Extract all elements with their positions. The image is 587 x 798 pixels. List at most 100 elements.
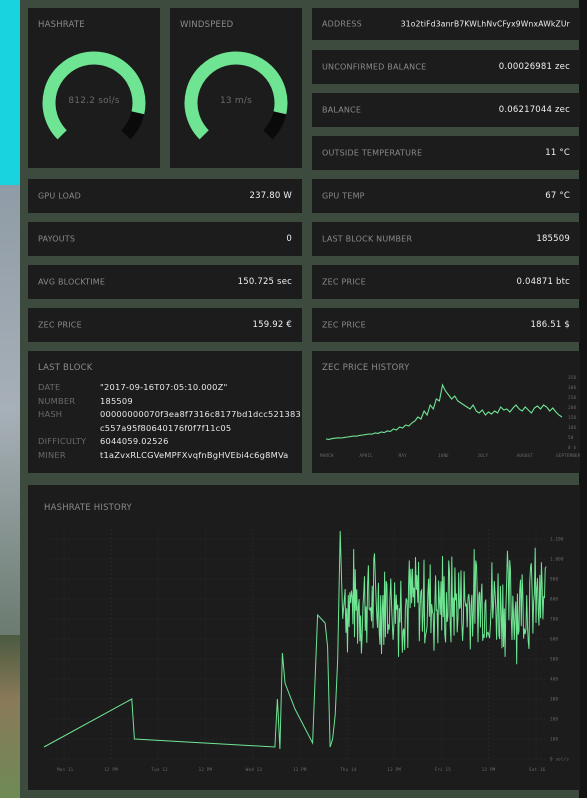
price-x-tick: JULY (477, 453, 488, 458)
price-y-tick: 350 (568, 375, 576, 380)
price-y-tick: 100 (568, 425, 576, 430)
last-block-row: NUMBER 185509 (38, 395, 301, 409)
hash-y-tick: 500 (550, 657, 558, 662)
gpu-load-value: 237.80 W (249, 191, 292, 201)
price-y-tick: 0 $ (568, 445, 576, 450)
avg-blocktime-value: 150.725 sec (237, 277, 292, 287)
hash-x-tick: 12 PM (293, 767, 307, 772)
price-y-tick: 50 (568, 435, 574, 440)
last-block-value: t1aZvxRLCGVeMPFXvqfnBgHVEbi4c6g8MVa (100, 449, 289, 460)
zec-price-eur-tile: ZEC PRICE 159.92 € (28, 308, 302, 342)
windspeed-gauge (184, 51, 288, 140)
price-y-tick: 150 (568, 415, 576, 420)
last-block-key (38, 422, 100, 436)
hashrate-history-chart: 1,100 1,000 900 800 700 600 500 400 300 200 100 0 s… (43, 529, 569, 772)
balance-tile: BALANCE 0.06217044 zec (312, 93, 580, 127)
balance-value: 0.06217044 zec (498, 105, 570, 115)
zec-price-history-chart: 350 300 250 200 150 100 50 0 $ MARCH APRIL MAY JUNE… (320, 375, 580, 458)
zec-price-usd-value: 186.51 $ (530, 320, 570, 330)
unconfirmed-balance-label: UNCONFIRMED BALANCE (322, 62, 427, 72)
last-block-row: HASH 00000000070f3ea8f7316c8177bd1dcc5213… (38, 408, 301, 422)
payouts-value: 0 (286, 234, 292, 244)
hash-x-tick: Fri 15 (435, 767, 452, 772)
payouts-tile: PAYOUTS 0 (28, 222, 302, 256)
avg-blocktime-tile: AVG BLOCKTIME 150.725 sec (28, 265, 302, 299)
avg-blocktime-label: AVG BLOCKTIME (38, 277, 106, 287)
price-y-tick: 200 (568, 405, 576, 410)
hash-y-tick: 200 (550, 717, 558, 722)
hash-x-tick: Thu 14 (340, 767, 357, 772)
hash-y-tick: 300 (550, 697, 558, 702)
zec-price-usd-label: ZEC PRICE (322, 320, 366, 330)
hash-y-tick: 700 (550, 617, 558, 622)
address-value: 31o2tiFd3anrB7KWLhNvCFyx9WnxAWkZUr (400, 19, 570, 29)
windspeed-value: 13 m/s (219, 96, 252, 106)
hash-y-tick: 800 (550, 597, 558, 602)
outside-temperature-tile: OUTSIDE TEMPERATURE 11 °C (312, 136, 580, 170)
last-block-value: 00000000070f3ea8f7316c8177bd1dcc521383 (100, 409, 301, 419)
hash-y-tick: 400 (550, 677, 558, 682)
price-x-tick: SEPTEMBER (556, 453, 580, 458)
price-x-tick: MARCH (320, 453, 334, 458)
price-y-tick: 250 (568, 395, 576, 400)
last-block-key: DATE (38, 382, 61, 392)
last-block-value: "2017-09-16T07:05:10.000Z" (100, 382, 228, 392)
background-ground (0, 635, 20, 798)
address-label: ADDRESS (322, 19, 362, 29)
outside-temperature-label: OUTSIDE TEMPERATURE (322, 148, 423, 158)
windspeed-gauge-tile: WINDSPEED 13 m/s (170, 8, 302, 168)
last-block-value: 6044059.02526 (100, 436, 169, 446)
gpu-temp-value: 67 °C (545, 191, 570, 201)
last-block-row: DATE "2017-09-16T07:05:10.000Z" (38, 381, 301, 395)
last-block-number-tile: LAST BLOCK NUMBER 185509 (312, 222, 580, 256)
hash-y-tick: 600 (550, 637, 558, 642)
background-sky (0, 185, 20, 635)
last-block-key: MINER (38, 449, 66, 460)
hashrate-series-line (43, 530, 547, 750)
hashrate-gauge (42, 51, 146, 140)
hash-x-tick: 12 PM (199, 767, 213, 772)
last-block-value: c557a95f80640176f0f7f11c05 (100, 422, 232, 433)
outside-temperature-value: 11 °C (545, 148, 570, 158)
last-block-title: LAST BLOCK (38, 363, 93, 373)
last-block-table: DATE "2017-09-16T07:05:10.000Z" NUMBER 185… (38, 381, 301, 462)
last-block-key: NUMBER (38, 395, 76, 406)
unconfirmed-balance-value: 0.00026981 zec (498, 62, 570, 72)
gpu-load-label: GPU LOAD (38, 191, 81, 201)
last-block-row: DIFFICULTY 6044059.02526 (38, 435, 301, 449)
gpu-temp-tile: GPU TEMP 67 °C (312, 179, 580, 213)
hash-x-tick: Wed 13 (246, 767, 263, 772)
zec-price-btc-tile: ZEC PRICE 0.04871 btc (312, 265, 580, 299)
price-x-tick: JUNE (438, 453, 449, 458)
zec-price-eur-label: ZEC PRICE (38, 320, 82, 330)
hash-x-tick: Mon 11 (57, 767, 74, 772)
zec-price-usd-tile: ZEC PRICE 186.51 $ (312, 308, 580, 342)
hash-x-tick: 12 PM (387, 767, 401, 772)
hash-x-tick: 12 PM (104, 767, 118, 772)
last-block-key: DIFFICULTY (38, 436, 87, 446)
zec-price-eur-value: 159.92 € (252, 320, 292, 330)
hash-y-tick: 1,000 (550, 557, 564, 562)
last-block-number-value: 185509 (536, 234, 570, 244)
last-block-row: MINER t1aZvxRLCGVeMPFXvqfnBgHVEbi4c6g8MVa (38, 449, 301, 463)
last-block-key: HASH (38, 409, 63, 419)
payouts-label: PAYOUTS (38, 234, 76, 244)
zec-price-btc-label: ZEC PRICE (322, 277, 366, 287)
price-x-tick: APRIL (359, 453, 373, 458)
hashrate-gauge-tile: HASHRATE 812.2 sol/s (28, 8, 160, 168)
unconfirmed-balance-tile: UNCONFIRMED BALANCE 0.00026981 zec (312, 50, 580, 84)
zec-price-history-tile: ZEC PRICE HISTORY 350 300 250 200 150 100 50 0 … (312, 351, 580, 473)
gpu-temp-label: GPU TEMP (322, 191, 365, 201)
zec-price-btc-value: 0.04871 btc (516, 277, 570, 287)
last-block-value: 185509 (100, 395, 133, 406)
price-x-tick: MAY (399, 453, 407, 458)
price-x-tick: AUGUST (517, 453, 534, 458)
hash-y-tick: 1,100 (550, 537, 564, 542)
address-tile: ADDRESS 31o2tiFd3anrB7KWLhNvCFyx9WnxAWkZ… (312, 8, 580, 40)
last-block-row: c557a95f80640176f0f7f11c05 (38, 422, 301, 436)
hashrate-value: 812.2 sol/s (68, 96, 120, 106)
price-y-tick: 300 (568, 385, 576, 390)
hash-y-tick: 900 (550, 577, 558, 582)
hashrate-history-tile: HASHRATE HISTORY 1,100 1,000 900 800 700 600 5… (28, 485, 580, 790)
background-cyan-strip (0, 0, 20, 185)
